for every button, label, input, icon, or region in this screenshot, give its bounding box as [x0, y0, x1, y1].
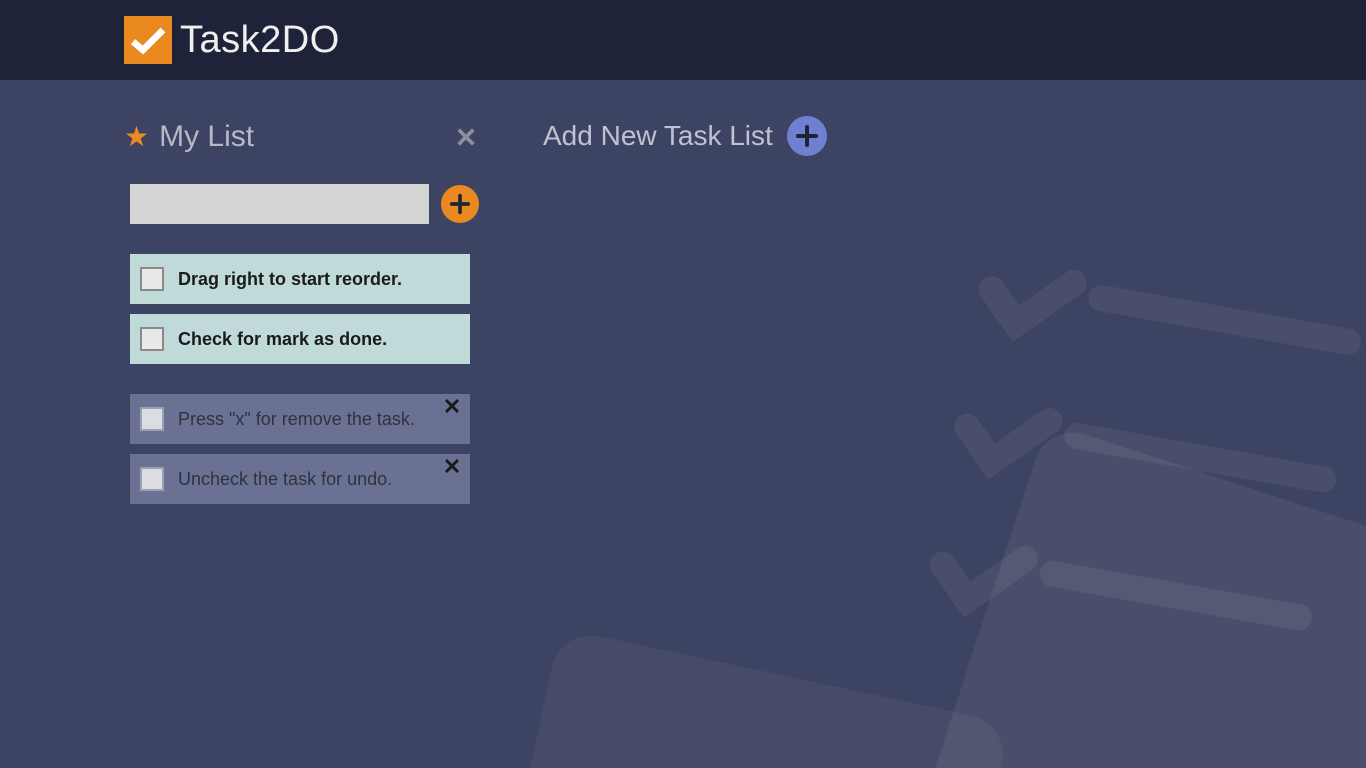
remove-task-button[interactable] [444, 458, 462, 476]
task-checkbox[interactable] [140, 327, 164, 351]
app-title-part1: Task [180, 19, 260, 61]
add-list-label: Add New Task List [543, 120, 773, 152]
add-task-button[interactable] [441, 185, 479, 223]
list-header: ★ My List [124, 120, 479, 154]
add-list-row: Add New Task List [543, 116, 827, 156]
task-item[interactable]: Check for mark as done. [130, 314, 470, 364]
task-item[interactable]: Drag right to start reorder. [130, 254, 470, 304]
task-text: Drag right to start reorder. [178, 269, 402, 290]
task-item[interactable]: Uncheck the task for undo. [130, 454, 470, 504]
task-text: Check for mark as done. [178, 329, 387, 350]
list-title: My List [159, 120, 453, 154]
task-checkbox[interactable] [140, 267, 164, 291]
app-logo-icon [124, 16, 172, 64]
task-checkbox[interactable] [140, 407, 164, 431]
new-task-row [130, 184, 479, 224]
add-list-button[interactable] [787, 116, 827, 156]
task-list-panel: ★ My List Drag right to start reorder. C… [124, 120, 479, 514]
task-text: Press "x" for remove the task. [178, 409, 415, 430]
new-task-input[interactable] [130, 184, 429, 224]
task-item[interactable]: Press "x" for remove the task. [130, 394, 470, 444]
app-title: Task2DO [180, 19, 340, 62]
app-header: Task2DO [0, 0, 1366, 80]
close-list-button[interactable] [453, 124, 479, 150]
app-title-part2: 2DO [260, 19, 340, 61]
remove-task-button[interactable] [444, 398, 462, 416]
task-checkbox[interactable] [140, 467, 164, 491]
task-text: Uncheck the task for undo. [178, 469, 392, 490]
star-icon: ★ [124, 123, 149, 151]
